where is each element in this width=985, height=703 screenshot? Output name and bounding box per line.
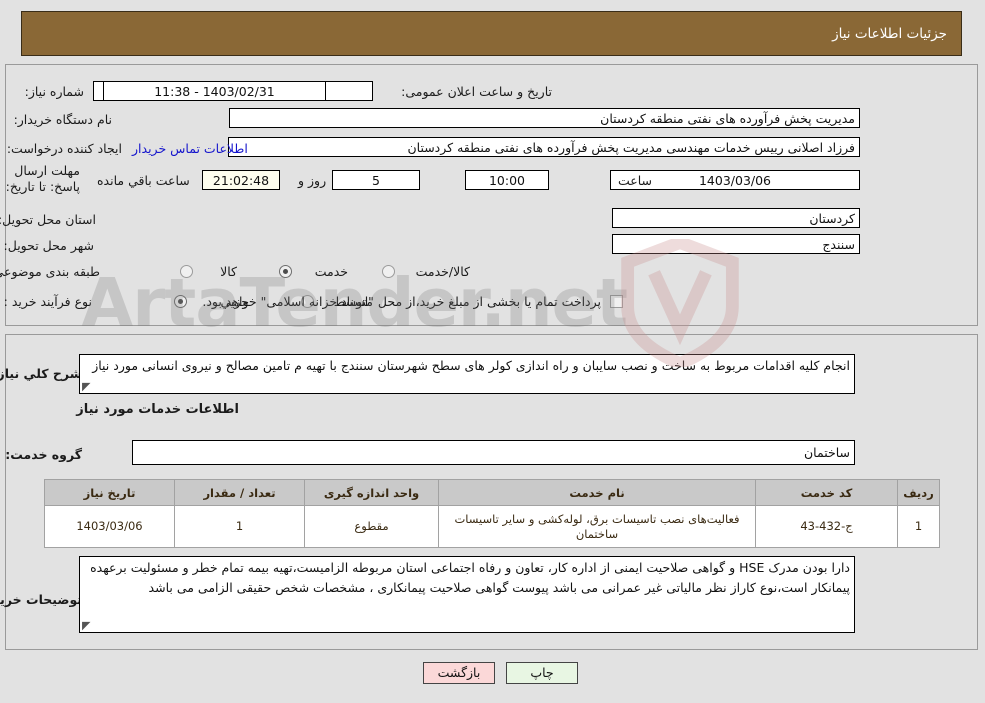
purchase-type-label: نوع فرآیند خرید : — [4, 294, 93, 309]
service-group-label: گروه خدمت: — [6, 447, 83, 462]
cell-quantity: 1 — [175, 505, 306, 548]
category-radio-khedmat[interactable] — [280, 265, 293, 278]
purchase-type-radio-jozei[interactable] — [175, 295, 188, 308]
buyer-notes-label: توضیحات خریدار: — [0, 592, 83, 607]
category-radio-kala[interactable] — [181, 265, 194, 278]
services-table: ردیف کد خدمت نام خدمت واحد اندازه گیری ت… — [45, 479, 941, 548]
treasury-note-checkbox[interactable] — [611, 295, 624, 308]
province-label: استان محل تحویل: — [0, 212, 97, 227]
buyer-org-value: مدیریت پخش فرآورده های نفتی منطقه کردستا… — [230, 108, 861, 128]
buyer-org-label: نام دستگاه خریدار: — [14, 112, 113, 127]
deadline-label: مهلت ارسال پاسخ: تا تاریخ: — [6, 163, 81, 194]
table-col-quantity: تعداد / مقدار — [175, 479, 306, 506]
need-info-panel — [6, 64, 979, 326]
deadline-hour-value: 10:00 — [466, 170, 550, 190]
cell-service-code: ج-432-43 — [756, 505, 899, 548]
deadline-countdown: 21:02:48 — [203, 170, 281, 190]
page-title: جزئیات اطلاعات نیاز — [833, 25, 948, 42]
category-option-kala: کالا — [221, 264, 238, 279]
need-number-label: شماره نیاز: — [25, 84, 85, 99]
treasury-note-label: پرداخت تمام یا بخشی از مبلغ خرید،از محل … — [203, 294, 602, 309]
cell-service-name: فعالیت‌های نصب تاسیسات برق، لوله‌کشی و س… — [439, 505, 757, 548]
buyer-notes-value[interactable]: دارا بودن مدرک HSE و گواهی صلاحیت ایمنی … — [80, 556, 856, 633]
page-header: جزئیات اطلاعات نیاز — [22, 11, 963, 56]
cell-need-date: 1403/03/06 — [45, 505, 176, 548]
table-col-service-code: کد خدمت — [756, 479, 899, 506]
cell-unit: مقطوع — [305, 505, 440, 548]
buyer-notes-resize-grip[interactable]: ◥ — [83, 619, 94, 632]
table-col-service-name: نام خدمت — [439, 479, 757, 506]
print-button[interactable]: چاپ — [507, 662, 579, 684]
deadline-days-label: روز و — [299, 173, 328, 188]
services-section-title: اطلاعات خدمات مورد نیاز — [77, 402, 240, 417]
creator-label: ایجاد کننده درخواست: — [7, 141, 123, 156]
category-label: طبقه بندی موضوعی: — [0, 264, 101, 279]
cell-row: 1 — [898, 505, 941, 548]
table-col-unit: واحد اندازه گیری — [305, 479, 440, 506]
announce-datetime-label: تاریخ و ساعت اعلان عمومی: — [402, 84, 553, 99]
table-col-need-date: تاریخ نیاز — [45, 479, 176, 506]
page-root: ArtaTender.net جزئیات اطلاعات نیاز شماره… — [0, 0, 985, 703]
province-value: کردستان — [613, 208, 861, 228]
table-col-row: ردیف — [898, 479, 941, 506]
buyer-contact-link[interactable]: اطلاعات تماس خریدار — [133, 141, 249, 156]
category-option-kala-khedmat: کالا/خدمت — [416, 264, 471, 279]
deadline-hour-label: ساعت — [618, 173, 653, 188]
service-group-value: ساختمان — [133, 440, 856, 465]
deadline-days-value: 5 — [333, 170, 421, 190]
table-row: 1 ج-432-43 فعالیت‌های نصب تاسیسات برق، ل… — [45, 505, 941, 548]
description-resize-grip[interactable]: ◥ — [83, 380, 94, 393]
deadline-remaining-label: ساعت باقي مانده — [98, 173, 191, 188]
announce-datetime-value: 1403/02/31 - 11:38 — [104, 81, 327, 101]
back-button[interactable]: بازگشت — [424, 662, 496, 684]
table-header-row: ردیف کد خدمت نام خدمت واحد اندازه گیری ت… — [45, 479, 941, 506]
city-label: شهر محل تحویل: — [4, 238, 95, 253]
description-label: شرح کلي نیاز: — [0, 366, 83, 381]
description-value[interactable]: انجام کلیه اقدامات مربوط به ساخت و نصب س… — [80, 354, 856, 394]
category-radio-kala-khedmat[interactable] — [383, 265, 396, 278]
category-option-khedmat: خدمت — [315, 264, 349, 279]
creator-value: فرزاد اصلانی رییس خدمات مهندسی مدیریت پخ… — [229, 137, 861, 157]
city-value: سنندج — [613, 234, 861, 254]
